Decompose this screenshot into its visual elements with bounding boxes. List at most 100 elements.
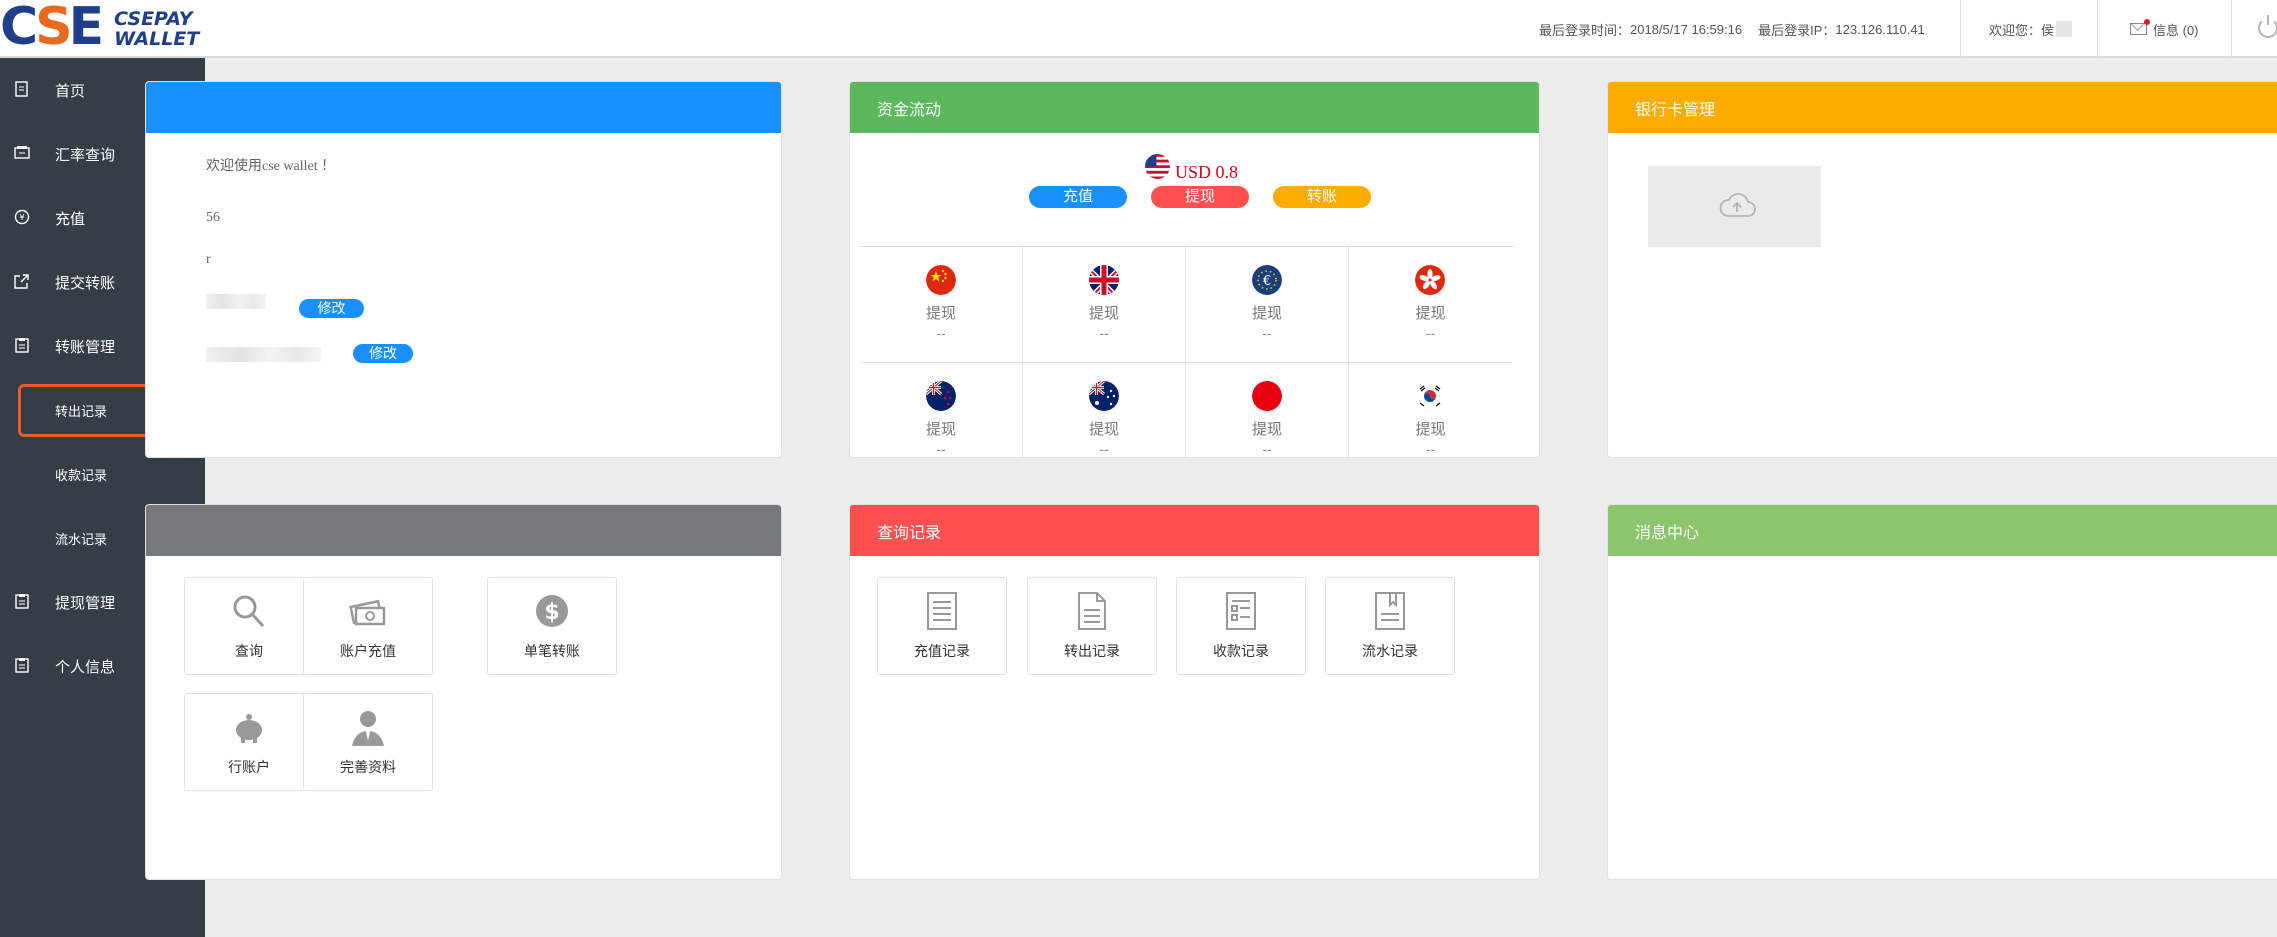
currency-balance: -- xyxy=(1425,441,1436,457)
balance-amount: USD 0.8 xyxy=(1175,162,1239,182)
bank-card-title: 银行卡管理 xyxy=(1608,82,2277,133)
currency-cell-jpy[interactable]: 提现 -- xyxy=(1186,363,1349,457)
funds-flow-card: 资金流动 USD 0.8 充值 提现 转账 提现 -- 提现 -- € 提现 -… xyxy=(849,81,1540,458)
logo-s: S xyxy=(35,0,73,57)
logo-c: C xyxy=(0,0,39,57)
unread-dot xyxy=(2144,19,2150,25)
clipboard-icon xyxy=(15,594,29,609)
logo-mark: CSE xyxy=(0,1,104,53)
money-icon xyxy=(349,599,386,626)
sidebar-item-label: 收款记录 xyxy=(55,467,108,483)
bank-card-management: 银行卡管理 xyxy=(1607,81,2277,458)
sidebar-item-label: 充值 xyxy=(55,210,86,228)
account-card: 欢迎使用cse wallet ！ 56 r 修改 修改 xyxy=(145,81,782,458)
logo[interactable]: CSE CSEPAY WALLET xyxy=(0,0,210,58)
last-login-info: 最后登录时间： 2018/5/17 16:59:16 最后登录IP： 123.1… xyxy=(1539,0,1925,58)
shortcut-complete-profile[interactable]: 完善资料 xyxy=(303,693,433,791)
mail-icon xyxy=(2130,19,2150,35)
sidebar-subitem-receipt-records[interactable]: 收款记录 xyxy=(0,454,205,494)
user-icon xyxy=(352,711,384,746)
clipboard-icon xyxy=(15,658,29,673)
logo-sub-1: CSEPAY xyxy=(114,8,193,30)
account-card-header xyxy=(146,82,781,133)
eu-flag-icon: € xyxy=(1252,265,1282,295)
welcome-text: 欢迎您：侯 xyxy=(1989,22,2055,38)
currency-balance: -- xyxy=(1262,441,1272,457)
record-outgoing[interactable]: 转出记录 xyxy=(1027,577,1157,675)
record-deposit[interactable]: 充值记录 xyxy=(877,577,1007,675)
power-icon[interactable] xyxy=(2258,15,2277,38)
globe-dollar-icon: $ xyxy=(536,595,568,627)
shortcut-account-deposit[interactable]: 账户充值 xyxy=(303,577,433,675)
last-login-time-label: 最后登录时间： xyxy=(1539,22,1631,38)
query-records-card: 查询记录 充值记录 转出记录 收款记录 流水记录 xyxy=(849,504,1540,880)
file-icon xyxy=(15,81,28,97)
currency-cell-gbp[interactable]: 提现 -- xyxy=(1023,247,1186,363)
message-center-card: 消息中心 xyxy=(1607,504,2277,880)
china-flag-icon xyxy=(926,265,956,295)
top-header: CSE CSEPAY WALLET 最后登录时间： 2018/5/17 16:5… xyxy=(0,0,2277,58)
sidebar-item-label: 首页 xyxy=(55,82,86,100)
currency-balance: -- xyxy=(936,325,946,341)
welcome-message: 欢迎使用cse wallet ！ xyxy=(206,159,336,174)
record-label: 收款记录 xyxy=(1213,643,1269,659)
sidebar-item-label: 提交转账 xyxy=(55,274,116,292)
logo-wordmark: CSEPAY WALLET xyxy=(114,9,199,49)
currency-cell-nzd[interactable]: 提现 -- xyxy=(860,363,1023,457)
withdraw-label: 提现 xyxy=(1088,421,1119,438)
currency-cell-krw[interactable]: 提现 -- xyxy=(1349,363,1512,457)
edit-button[interactable]: 修改 xyxy=(299,299,364,318)
edit-button[interactable]: 修改 xyxy=(353,344,413,363)
record-flow[interactable]: 流水记录 xyxy=(1325,577,1455,675)
messages-link[interactable]: 信息 (0) xyxy=(2130,0,2199,58)
message-center-title: 消息中心 xyxy=(1608,505,2277,556)
username-blur xyxy=(2056,21,2073,37)
upload-card-area[interactable] xyxy=(1648,166,1821,247)
withdraw-label: 提现 xyxy=(1415,421,1446,438)
newzealand-flag-icon xyxy=(926,381,956,411)
svg-text:€: € xyxy=(1263,274,1271,289)
shortcut-label: 单笔转账 xyxy=(524,643,580,659)
logo-e: E xyxy=(68,0,104,57)
currency-cell-cny[interactable]: 提现 -- xyxy=(860,247,1023,363)
currency-cell-eur[interactable]: € 提现 -- xyxy=(1186,247,1349,363)
currency-cell-aud[interactable]: 提现 -- xyxy=(1023,363,1186,457)
sidebar-item-label: 个人信息 xyxy=(55,658,116,676)
japan-flag-icon xyxy=(1252,381,1282,411)
exchange-icon xyxy=(14,146,30,159)
transfer-button[interactable]: 转账 xyxy=(1273,186,1371,208)
sidebar-item-label: 提现管理 xyxy=(55,594,116,612)
withdraw-label: 提现 xyxy=(925,305,956,322)
shortcut-label: 查询 xyxy=(235,643,263,659)
shortcut-query[interactable]: 查询 xyxy=(184,577,314,675)
account-field: r xyxy=(206,252,211,267)
hongkong-flag-icon xyxy=(1415,265,1445,295)
record-receipt[interactable]: 收款记录 xyxy=(1176,577,1306,675)
currency-balance: -- xyxy=(1262,325,1272,341)
doc-icon xyxy=(1078,592,1106,630)
shortcut-single-transfer[interactable]: $ 单笔转账 xyxy=(487,577,617,675)
deposit-button[interactable]: 充值 xyxy=(1029,186,1127,208)
currency-grid: 提现 -- 提现 -- € 提现 -- 提现 -- 提现 -- 提现 -- 提现… xyxy=(860,246,1514,457)
header-divider xyxy=(2231,0,2232,58)
shortcut-label: 完善资料 xyxy=(340,759,396,775)
shortcuts-card-header xyxy=(146,505,781,556)
currency-balance: -- xyxy=(1425,325,1436,341)
uk-flag-icon xyxy=(1089,265,1119,295)
sidebar-item-label: 转账管理 xyxy=(55,338,116,356)
records-card-title: 查询记录 xyxy=(850,505,1539,556)
shortcut-bank-account[interactable]: 行账户 xyxy=(184,693,314,791)
currency-balance: -- xyxy=(936,441,946,457)
currency-cell-hkd[interactable]: 提现 -- xyxy=(1349,247,1512,363)
welcome-user[interactable]: 欢迎您：侯 xyxy=(1989,0,2073,58)
clipboard-icon xyxy=(15,338,29,353)
withdraw-label: 提现 xyxy=(925,421,956,438)
header-divider xyxy=(2097,0,2098,58)
shortcut-label: 行账户 xyxy=(228,759,270,775)
withdraw-button[interactable]: 提现 xyxy=(1151,186,1249,208)
sidebar-item-label: 流水记录 xyxy=(55,531,108,547)
withdraw-label: 提现 xyxy=(1251,421,1282,438)
share-icon xyxy=(14,274,29,289)
coin-icon: ¥ xyxy=(14,209,30,225)
withdraw-label: 提现 xyxy=(1415,305,1446,322)
